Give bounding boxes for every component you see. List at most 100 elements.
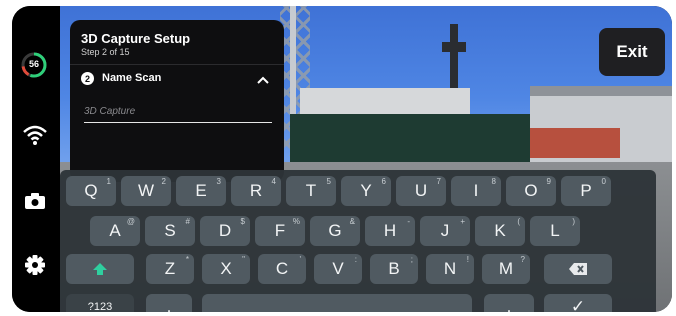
key-c[interactable]: C ' [258,254,306,284]
key-u[interactable]: U7 [396,176,446,206]
key-hint: 0 [601,177,606,186]
key-label: V [332,259,344,278]
key-hint: 6 [381,177,386,186]
key-hint: 3 [216,177,221,186]
key-hint: ? [520,255,525,264]
key-label: M [498,259,514,278]
checkmark-icon: ✓ [570,297,586,312]
key-label: L [550,221,560,240]
key-label: R [249,181,263,200]
key-label: P [580,181,592,200]
backspace-key[interactable] [544,254,612,284]
setup-panel: 3D Capture Setup Step 2 of 15 2 Name Sca… [70,20,284,182]
key-hint: 1 [106,177,111,186]
fence [290,114,530,166]
key-r[interactable]: R4 [231,176,281,206]
camera-icon[interactable] [24,192,46,210]
key-label: G [328,221,342,240]
key-p[interactable]: P0 [561,176,611,206]
settings-gear-icon[interactable] [24,254,46,276]
key-hint: @ [126,217,135,226]
key-q[interactable]: Q1 [66,176,116,206]
key-m[interactable]: M? [482,254,530,284]
key-t[interactable]: T5 [286,176,336,206]
battery-indicator: 56 [21,52,47,78]
key-hint: ; [410,255,413,264]
key-label: B [388,259,400,278]
key-i[interactable]: I8 [451,176,501,206]
battery-level: 56 [28,59,39,69]
chevron-up-icon[interactable] [256,72,270,84]
key-hint: " [242,255,245,264]
shift-key[interactable] [66,254,134,284]
screen-frame: 56 3D Capture Setup Step 2 of 15 2 Name … [12,6,672,312]
key-hint: 2 [161,177,166,186]
symbols-key[interactable]: ?123 [66,294,134,312]
step-indicator: Step 2 of 15 [81,47,130,57]
key-g[interactable]: G & [310,216,360,246]
key-label: D [218,221,232,240]
key-e[interactable]: E3 [176,176,226,206]
space-bar[interactable] [202,294,472,312]
section-label: Name Scan [102,72,162,84]
key-label: W [137,181,155,200]
section-number-badge: 2 [81,72,94,85]
key-k[interactable]: K( [475,216,525,246]
key-n[interactable]: N! [426,254,474,284]
key-hint: : [354,255,357,264]
panel-title: 3D Capture Setup [81,31,191,46]
key-x[interactable]: X " [202,254,250,284]
key-a[interactable]: A @ [90,216,140,246]
key-v[interactable]: V: [314,254,362,284]
key-label: U [414,181,428,200]
key-label: H [383,221,397,240]
done-key[interactable]: ✓ [544,294,612,312]
shift-arrow-icon [93,263,107,275]
key-label: S [164,221,176,240]
key-h[interactable]: H- [365,216,415,246]
comma-key[interactable]: , [146,294,192,312]
key-label: N [443,259,457,278]
key-label: K [494,221,506,240]
key-label: X [220,259,232,278]
key-f[interactable]: F% [255,216,305,246]
key-label: O [524,181,538,200]
exit-button[interactable]: Exit [599,28,665,76]
section-header[interactable]: 2 Name Scan [70,64,284,92]
key-hint: ( [517,217,520,226]
key-y[interactable]: Y6 [341,176,391,206]
key-label: Y [360,181,372,200]
key-hint: * [185,255,189,264]
key-hint: ) [572,217,575,226]
scan-name-input[interactable]: 3D Capture [84,100,272,123]
key-hint: ' [299,255,301,264]
key-w[interactable]: W2 [121,176,171,206]
key-hint: + [460,217,465,226]
key-hint: & [349,217,355,226]
key-hint: 4 [271,177,276,186]
key-label: Q [84,181,98,200]
key-label: J [440,221,450,240]
key-d[interactable]: D $ [200,216,250,246]
key-hint: % [292,217,300,226]
key-hint: ! [466,255,469,264]
wifi-icon[interactable] [22,124,48,146]
key-b[interactable]: B; [370,254,418,284]
key-label: T [305,181,317,200]
key-s[interactable]: S # [145,216,195,246]
key-label: F [274,221,286,240]
key-label: E [195,181,207,200]
key-label: I [473,181,479,200]
key-l[interactable]: L) [530,216,580,246]
key-o[interactable]: O9 [506,176,556,206]
side-rail: 56 [12,6,60,312]
key-z[interactable]: Z * [146,254,194,284]
key-hint: 5 [326,177,331,186]
key-label: Z [164,259,176,278]
on-screen-keyboard: Q1W2E3R4T5Y6U7I8O9P0 A @ S # D $ F% G & H - J + K(L) … [60,170,656,312]
key-label: C [275,259,289,278]
period-key[interactable]: . [484,294,534,312]
key-label: A [109,221,121,240]
key-j[interactable]: J + [420,216,470,246]
key-hint: - [407,217,410,226]
